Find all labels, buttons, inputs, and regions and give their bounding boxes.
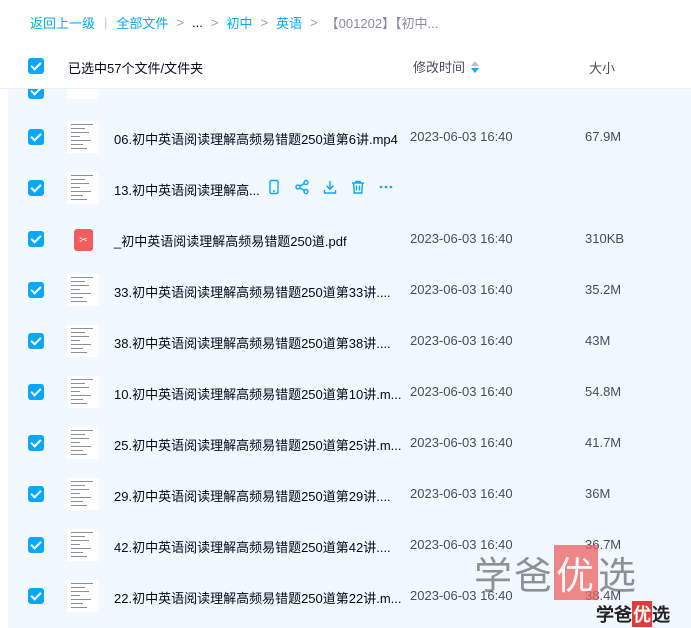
file-row[interactable]: 10.初中英语阅读理解高频易错题250道第10讲.m... 2023-06-03 …: [8, 367, 691, 418]
video-thumbnail-icon: [67, 376, 99, 408]
download-icon[interactable]: [322, 179, 338, 195]
file-row[interactable]: 29.初中英语阅读理解高频易错题250道第29讲.... 2023-06-03 1…: [8, 469, 691, 520]
file-name[interactable]: 10.初中英语阅读理解高频易错题250道第10讲.m...: [114, 384, 402, 403]
breadcrumb-ellipsis[interactable]: ...: [192, 15, 203, 30]
more-icon[interactable]: [378, 179, 394, 195]
file-modified-time: 2023-06-03 16:40: [410, 282, 513, 297]
breadcrumb-item-junior[interactable]: 初中: [226, 13, 252, 32]
file-modified-time: 2023-06-03 16:40: [410, 384, 513, 399]
file-modified-time: 2023-06-03 16:40: [410, 435, 513, 450]
file-name[interactable]: 06.初中英语阅读理解高频易错题250道第6讲.mp4: [114, 129, 398, 148]
file-row[interactable]: ✂ _初中英语阅读理解高频易错题250道.pdf 2023-06-03 16:40 3…: [8, 214, 691, 265]
row-checkbox[interactable]: [28, 588, 44, 604]
video-thumbnail-icon: [67, 325, 99, 357]
row-checkbox[interactable]: [28, 282, 44, 298]
row-checkbox[interactable]: [28, 435, 44, 451]
phone-icon[interactable]: [266, 179, 282, 195]
selected-count: 已选中57个文件/文件夹: [68, 61, 204, 76]
file-size: 310KB: [585, 231, 625, 246]
breadcrumb-item-english[interactable]: 英语: [276, 13, 302, 32]
video-thumbnail-icon: [67, 478, 99, 510]
file-name[interactable]: _初中英语阅读理解高频易错题250道.pdf: [114, 231, 347, 250]
file-size: 67.9M: [585, 129, 622, 144]
file-row[interactable]: 38.初中英语阅读理解高频易错题250道第38讲.... 2023-06-03 1…: [8, 316, 691, 367]
video-thumbnail-icon: [67, 580, 99, 612]
video-thumbnail-icon: [67, 172, 99, 204]
video-thumbnail-icon: [67, 274, 99, 306]
modified-column-label: 修改时间: [413, 60, 466, 75]
row-checkbox[interactable]: [28, 333, 44, 349]
file-name[interactable]: 22.初中英语阅读理解高频易错题250道第22讲.m...: [114, 588, 402, 607]
file-row[interactable]: 33.初中英语阅读理解高频易错题250道第33讲.... 2023-06-03 1…: [8, 265, 691, 316]
file-size: 41.7M: [585, 435, 622, 450]
video-thumbnail-icon: [67, 427, 99, 459]
row-checkbox[interactable]: [28, 129, 44, 145]
row-checkbox[interactable]: [28, 486, 44, 502]
chevron-right-icon: >: [210, 14, 219, 30]
select-all-checkbox[interactable]: [28, 58, 44, 74]
back-link[interactable]: 返回上一级: [30, 13, 95, 32]
breadcrumb-current: 【001202】【初中...: [325, 15, 439, 31]
breadcrumb-divider: |: [104, 14, 108, 30]
all-files-link[interactable]: 全部文件: [116, 13, 168, 32]
share-icon[interactable]: [294, 179, 310, 195]
video-thumbnail-icon: [67, 89, 99, 99]
chevron-right-icon: >: [176, 14, 185, 30]
delete-icon[interactable]: [350, 179, 366, 195]
file-modified-time: 2023-06-03 16:40: [410, 231, 513, 246]
watermark-logo-small: 学爸优选: [596, 601, 670, 627]
row-actions: [266, 179, 394, 195]
sort-icon: [471, 60, 480, 73]
file-size: 43M: [585, 333, 611, 348]
row-checkbox[interactable]: [28, 537, 44, 553]
video-thumbnail-icon: [67, 529, 99, 561]
file-name[interactable]: 42.初中英语阅读理解高频易错题250道第42讲....: [114, 537, 391, 556]
pdf-file-icon: ✂: [74, 229, 93, 251]
file-row[interactable]: 06.初中英语阅读理解高频易错题250道第6讲.mp4 2023-06-03 16…: [8, 112, 691, 163]
file-name[interactable]: 25.初中英语阅读理解高频易错题250道第25讲.m...: [114, 435, 402, 454]
file-size: 35.2M: [585, 282, 622, 297]
size-column-label[interactable]: 大小: [589, 58, 615, 77]
watermark-logo: 学爸优选: [474, 545, 638, 600]
sort-by-modified-button[interactable]: 修改时间: [413, 57, 480, 76]
file-row[interactable]: 25.初中英语阅读理解高频易错题250道第25讲.m... 2023-06-03 …: [8, 418, 691, 469]
row-checkbox[interactable]: [28, 231, 44, 247]
file-name[interactable]: 38.初中英语阅读理解高频易错题250道第38讲....: [114, 333, 391, 352]
file-size: 36M: [585, 486, 611, 501]
file-name[interactable]: 13.初中英语阅读理解高...: [114, 180, 260, 199]
row-checkbox[interactable]: [28, 180, 44, 196]
partial-row: [8, 89, 691, 100]
file-list-header: 已选中57个文件/文件夹 修改时间 大小: [0, 44, 691, 89]
row-checkbox[interactable]: [28, 384, 44, 400]
file-modified-time: 2023-06-03 16:40: [410, 129, 513, 144]
chevron-right-icon: >: [310, 14, 318, 30]
file-modified-time: 2023-06-03 16:40: [410, 486, 513, 501]
file-name[interactable]: 33.初中英语阅读理解高频易错题250道第33讲....: [114, 282, 391, 301]
breadcrumb: 返回上一级 | 全部文件 > ... > 初中 > 英语 > 【001202】【…: [0, 0, 691, 44]
file-name[interactable]: 29.初中英语阅读理解高频易错题250道第29讲....: [114, 486, 391, 505]
video-thumbnail-icon: [67, 121, 99, 153]
chevron-right-icon: >: [260, 14, 269, 30]
file-row[interactable]: 13.初中英语阅读理解高...: [8, 163, 691, 214]
file-size: 54.8M: [585, 384, 622, 399]
row-checkbox[interactable]: [28, 89, 44, 99]
file-modified-time: 2023-06-03 16:40: [410, 333, 513, 348]
